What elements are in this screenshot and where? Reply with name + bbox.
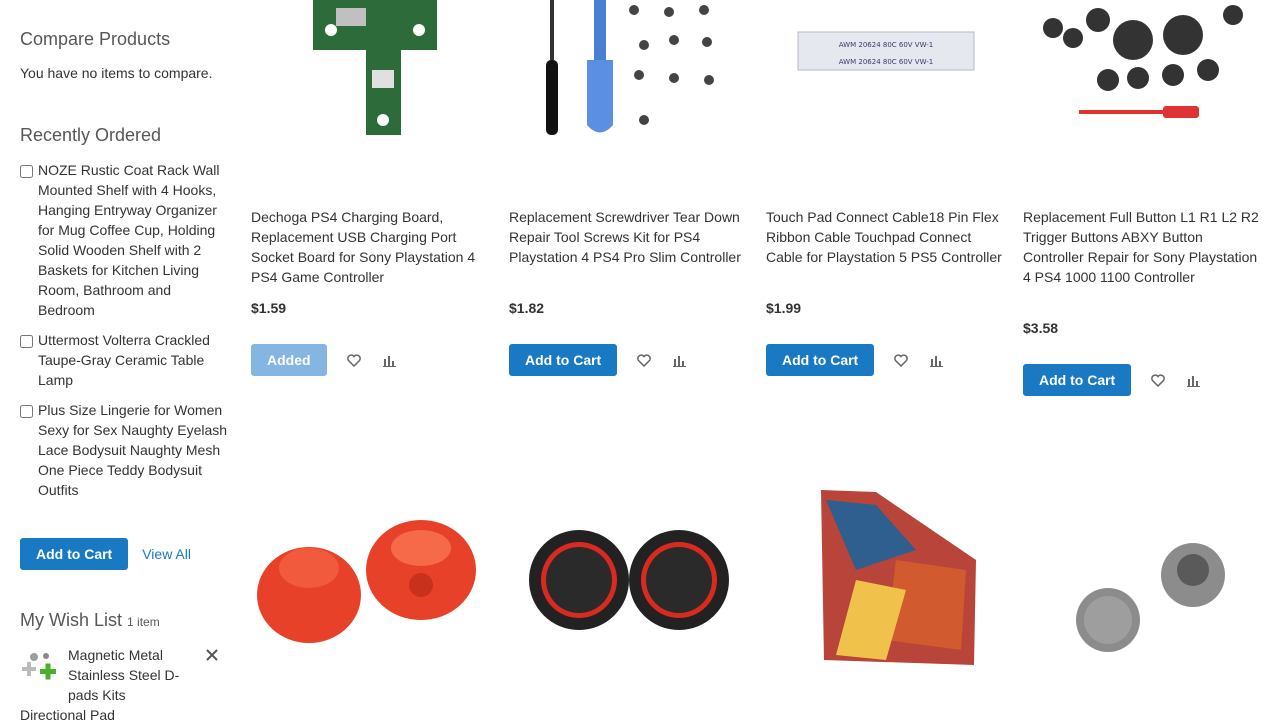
screwdriver-kit-image[interactable] — [509, 0, 749, 150]
cable-print-text: AWM 20624 80C 60V VW-1 — [839, 41, 933, 49]
product-actions: Add to Cart — [509, 344, 689, 376]
product-grid: Dechoga PS4 Charging Board, Replacement … — [251, 0, 1261, 720]
product-item: Dechoga PS4 Charging Board, Replacement … — [251, 0, 491, 400]
recently-ordered-actions: Add to Cart View All — [20, 538, 191, 570]
ribbon-cable-image[interactable]: AWM 20624 80C 60V VW-1 AWM 20624 80C 60V… — [766, 0, 1006, 150]
product-name[interactable]: Replacement Full Button L1 R1 L2 R2 Trig… — [1023, 207, 1263, 287]
black-red-thumb-grips-image[interactable] — [509, 470, 749, 670]
heart-icon[interactable] — [635, 351, 653, 369]
product-price: $3.58 — [1023, 320, 1059, 336]
compare-empty-text: You have no items to compare. — [20, 65, 213, 81]
wishlist-item-name-tail[interactable]: Directional Pad — [20, 705, 115, 725]
view-all-link[interactable]: View All — [142, 546, 191, 562]
red-thumbsticks-image[interactable] — [251, 470, 491, 670]
recently-ordered-item: NOZE Rustic Coat Rack Wall Mounted Shelf… — [20, 160, 230, 320]
wishlist-count: 1 item — [127, 615, 160, 629]
recently-ordered-item: Uttermost Volterra Crackled Taupe-Gray C… — [20, 330, 230, 390]
wishlist-title: My Wish List 1 item — [20, 608, 160, 634]
product-actions: Add to Cart — [1023, 364, 1203, 396]
dpad-kit-icon[interactable] — [20, 651, 58, 685]
product-item: AWM 20624 80C 60V VW-1 AWM 20624 80C 60V… — [766, 0, 1006, 400]
add-to-cart-button[interactable]: Add to Cart — [509, 344, 618, 376]
grey-thumb-caps-image[interactable] — [1023, 470, 1263, 670]
bar-chart-icon[interactable] — [1185, 371, 1203, 389]
bar-chart-icon[interactable] — [381, 351, 399, 369]
close-icon[interactable] — [204, 647, 220, 663]
heart-icon[interactable] — [892, 351, 910, 369]
heart-icon[interactable] — [345, 351, 363, 369]
product-price: $1.59 — [251, 300, 287, 316]
wishlist-title-text: My Wish List — [20, 610, 123, 630]
heart-icon[interactable] — [1149, 371, 1167, 389]
bar-chart-icon[interactable] — [671, 351, 689, 369]
button-set-image[interactable] — [1023, 0, 1263, 150]
cable-print-text: AWM 20624 80C 60V VW-1 — [839, 58, 933, 66]
compare-products-title: Compare Products — [20, 29, 171, 49]
product-item: Replacement Screwdriver Tear Down Repair… — [509, 0, 749, 400]
recently-ordered-checkbox[interactable] — [20, 335, 33, 348]
recently-ordered-item-label: NOZE Rustic Coat Rack Wall Mounted Shelf… — [38, 162, 220, 318]
product-price: $1.82 — [509, 300, 545, 316]
product-name[interactable]: Replacement Screwdriver Tear Down Repair… — [509, 207, 749, 267]
recently-ordered-title: Recently Ordered — [20, 125, 162, 145]
recently-ordered-item-label: Uttermost Volterra Crackled Taupe-Gray C… — [38, 332, 210, 388]
bar-chart-icon[interactable] — [928, 351, 946, 369]
added-button[interactable]: Added — [251, 344, 327, 376]
product-price: $1.99 — [766, 300, 802, 316]
product-actions: Add to Cart — [766, 344, 946, 376]
product-actions: Added — [251, 344, 399, 376]
recently-ordered-list: NOZE Rustic Coat Rack Wall Mounted Shelf… — [20, 160, 230, 510]
product-item: Replacement Full Button L1 R1 L2 R2 Trig… — [1023, 0, 1263, 420]
add-to-cart-button[interactable]: Add to Cart — [766, 344, 875, 376]
recently-ordered-checkbox[interactable] — [20, 405, 33, 418]
wishlist-item-name[interactable]: Magnetic Metal Stainless Steel D-pads Ki… — [68, 645, 198, 705]
recent-add-to-cart-button[interactable]: Add to Cart — [20, 538, 129, 570]
add-to-cart-button[interactable]: Add to Cart — [1023, 364, 1132, 396]
recently-ordered-checkbox[interactable] — [20, 165, 33, 178]
recently-ordered-item: Plus Size Lingerie for Women Sexy for Se… — [20, 400, 230, 500]
console-skin-image[interactable] — [766, 470, 1006, 670]
product-name[interactable]: Dechoga PS4 Charging Board, Replacement … — [251, 207, 491, 287]
recently-ordered-item-label: Plus Size Lingerie for Women Sexy for Se… — [38, 402, 228, 498]
charging-board-image[interactable] — [251, 0, 491, 150]
product-name[interactable]: Touch Pad Connect Cable18 Pin Flex Ribbo… — [766, 207, 1006, 267]
